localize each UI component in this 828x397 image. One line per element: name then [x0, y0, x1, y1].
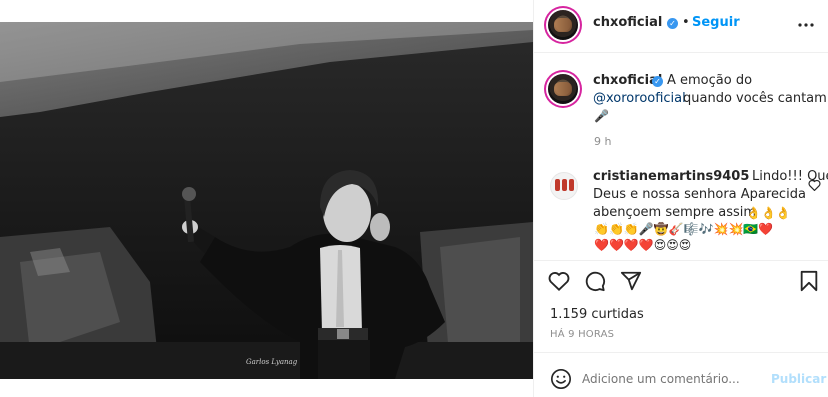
- caption-time[interactable]: 9 h: [594, 133, 611, 151]
- comment-avatar[interactable]: [550, 172, 578, 200]
- comment-emojis-5: ❤️❤️❤️❤️😍😍😍: [594, 238, 692, 252]
- verified-badge-icon: ✓: [667, 18, 678, 29]
- save-bookmark-icon[interactable]: [798, 270, 820, 292]
- caption-mention-link[interactable]: @xororooficial: [593, 90, 686, 108]
- avatar[interactable]: [548, 10, 578, 40]
- comment-bubble-icon[interactable]: [584, 270, 606, 292]
- concert-photo: Garlos Lyanag: [0, 22, 533, 379]
- post-timestamp[interactable]: HÁ 9 HORAS: [550, 326, 614, 344]
- comment-input[interactable]: [582, 368, 762, 390]
- comment-text-2: Deus e nossa senhora Aparecida: [593, 187, 806, 202]
- caption-verified-icon: ✓: [652, 76, 663, 87]
- actions-divider: [534, 260, 828, 261]
- comment-username[interactable]: cristianemartins9405: [593, 168, 749, 186]
- caption-avatar[interactable]: [548, 74, 578, 104]
- comment-like-heart-icon[interactable]: [808, 179, 821, 191]
- likes-count[interactable]: 1.159 curtidas: [550, 306, 644, 324]
- comment-emojis-4: 👏👏👏🎤🤠🎸🎼🎶💥💥🇧🇷❤️: [594, 222, 774, 236]
- caption-text-1: A emoção do: [667, 73, 753, 88]
- share-paper-plane-icon[interactable]: [620, 270, 642, 292]
- photo-signature: Garlos Lyanag: [246, 358, 298, 366]
- caption-emoji: 🎤: [594, 109, 609, 123]
- comment-emojis-3: 👌👌👌: [746, 206, 791, 220]
- publish-button[interactable]: Publicar: [771, 370, 826, 388]
- emoji-smiley-icon[interactable]: [550, 368, 572, 390]
- comment-text-3: abençoem sempre assim: [593, 205, 757, 220]
- more-horizontal-icon[interactable]: [797, 16, 815, 34]
- comment-divider: [534, 352, 828, 353]
- like-heart-icon[interactable]: [548, 270, 570, 292]
- follow-button[interactable]: Seguir: [692, 14, 740, 32]
- header-username[interactable]: chxoficial: [593, 14, 662, 32]
- post-header: chxoficial ✓ • Seguir: [534, 0, 828, 53]
- caption-text-2: quando vocês cantam!: [683, 91, 828, 106]
- dot-separator: •: [682, 15, 690, 30]
- post-photo[interactable]: Garlos Lyanag: [0, 22, 533, 379]
- post-sidebar: chxoficial ✓ • Seguir chxoficial ✓ A emo…: [533, 0, 828, 397]
